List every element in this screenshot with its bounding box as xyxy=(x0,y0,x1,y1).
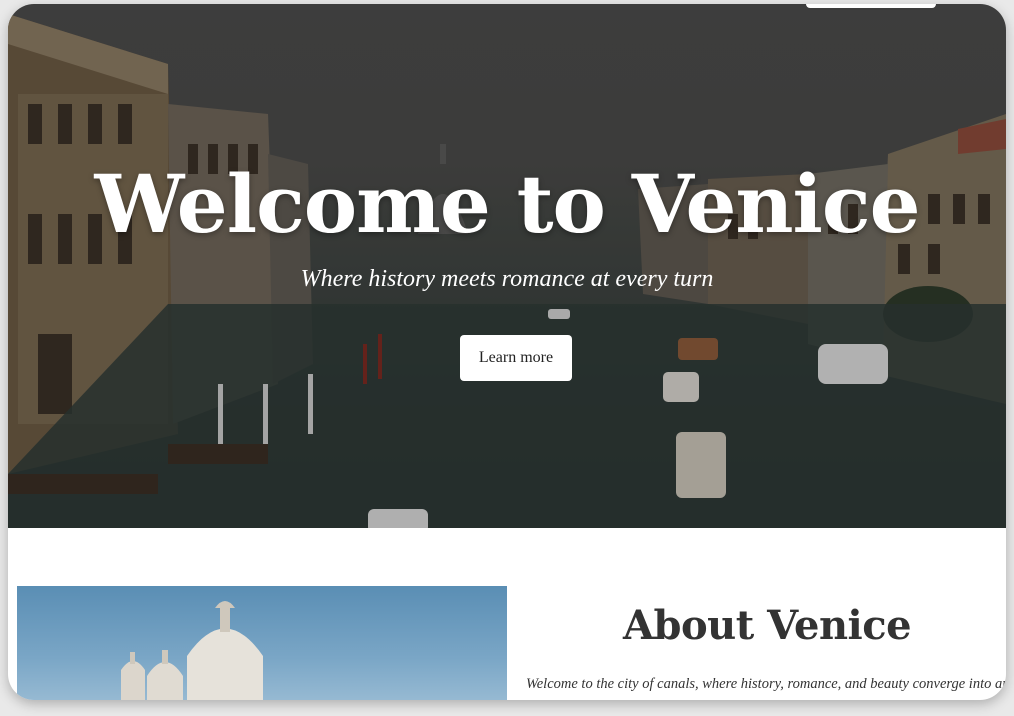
about-image xyxy=(17,586,507,700)
about-text: Welcome to the city of canals, where his… xyxy=(526,676,1006,692)
top-tab xyxy=(806,4,936,8)
hero-subtitle: Where history meets romance at every tur… xyxy=(300,266,714,292)
hero-section: Welcome to Venice Where history meets ro… xyxy=(8,4,1006,528)
about-title: About Venice xyxy=(622,602,912,649)
hero-title: Welcome to Venice xyxy=(94,157,920,251)
learn-more-button[interactable]: Learn more xyxy=(460,335,572,381)
page-frame: Welcome to Venice Where history meets ro… xyxy=(8,4,1006,700)
